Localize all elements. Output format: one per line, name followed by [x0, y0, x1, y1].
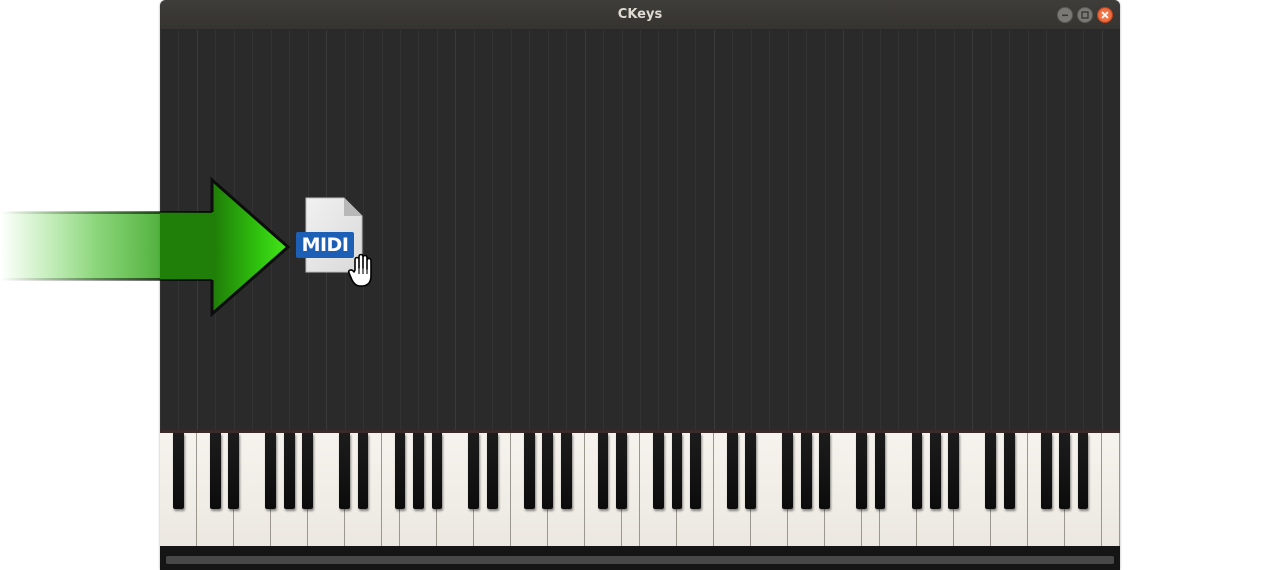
note-lane-line: [954, 30, 955, 430]
note-lane-line: [511, 30, 512, 430]
note-lane-line: [585, 30, 586, 430]
black-key[interactable]: [357, 433, 369, 509]
note-lane-line: [603, 30, 604, 430]
note-lane-line: [935, 30, 936, 430]
note-lane-line: [806, 30, 807, 430]
note-lane-line: [437, 30, 438, 430]
note-lane-line: [695, 30, 696, 430]
piano-keyboard[interactable]: [160, 430, 1120, 546]
black-key[interactable]: [819, 433, 830, 509]
black-key[interactable]: [523, 433, 535, 509]
note-lane-line: [880, 30, 881, 430]
note-lane-line: [529, 30, 530, 430]
black-key[interactable]: [616, 433, 627, 509]
window-title: CKeys: [617, 7, 663, 22]
minimize-button[interactable]: [1057, 7, 1073, 23]
black-key[interactable]: [930, 433, 941, 509]
black-key[interactable]: [431, 433, 443, 509]
note-lane-line: [400, 30, 401, 430]
maximize-button[interactable]: [1077, 7, 1093, 23]
note-lane-line: [474, 30, 475, 430]
note-lane-line: [991, 30, 992, 430]
black-key[interactable]: [911, 433, 923, 509]
note-lane-line: [1065, 30, 1066, 430]
black-key[interactable]: [468, 433, 480, 509]
note-lane-line: [862, 30, 863, 430]
black-key[interactable]: [228, 433, 240, 509]
black-key[interactable]: [671, 433, 683, 509]
note-lane-line: [972, 30, 973, 430]
note-lane-line: [677, 30, 678, 430]
note-lane-line: [566, 30, 567, 430]
black-key[interactable]: [782, 433, 794, 509]
title-bar[interactable]: CKeys: [160, 0, 1120, 30]
maximize-icon: [1081, 11, 1089, 19]
black-key[interactable]: [173, 433, 184, 509]
black-key[interactable]: [210, 433, 221, 509]
black-key[interactable]: [1077, 433, 1089, 509]
black-key[interactable]: [560, 433, 572, 509]
note-lane-line: [1046, 30, 1047, 430]
black-key[interactable]: [856, 433, 867, 509]
black-key[interactable]: [653, 433, 664, 509]
note-lane-line: [843, 30, 844, 430]
note-lane-line: [1102, 30, 1103, 430]
note-lane-line: [769, 30, 770, 430]
arrow-right-icon: [0, 176, 291, 318]
note-lane-line: [382, 30, 383, 430]
bottom-bar: [160, 546, 1120, 570]
desktop: CKeys MIDI: [0, 0, 1280, 570]
horizontal-scrollbar[interactable]: [166, 556, 1114, 564]
note-lane-line: [751, 30, 752, 430]
minimize-icon: [1062, 14, 1068, 17]
close-button[interactable]: [1097, 7, 1113, 23]
note-lane-line: [418, 30, 419, 430]
app-window: CKeys: [160, 0, 1120, 570]
note-lane-line: [1009, 30, 1010, 430]
note-lane-line: [732, 30, 733, 430]
black-key[interactable]: [283, 433, 295, 509]
note-lane-line: [622, 30, 623, 430]
black-key[interactable]: [874, 433, 886, 509]
black-key[interactable]: [726, 433, 738, 509]
note-lane-line: [917, 30, 918, 430]
note-lane-line: [492, 30, 493, 430]
grab-hand-cursor-icon: [347, 253, 372, 287]
note-lane-line: [1083, 30, 1084, 430]
note-lane-line: [714, 30, 715, 430]
close-icon: [1101, 11, 1109, 19]
note-lane-line: [640, 30, 641, 430]
black-key[interactable]: [1040, 433, 1052, 509]
black-key[interactable]: [394, 433, 406, 509]
black-key[interactable]: [985, 433, 997, 509]
note-lane-line: [1028, 30, 1029, 430]
note-lane-line: [548, 30, 549, 430]
white-key[interactable]: [1101, 433, 1120, 546]
black-key[interactable]: [948, 433, 960, 509]
note-lane-line: [788, 30, 789, 430]
black-key[interactable]: [542, 433, 554, 509]
black-key[interactable]: [339, 433, 350, 509]
black-key[interactable]: [745, 433, 757, 509]
black-key[interactable]: [800, 433, 812, 509]
black-key[interactable]: [486, 433, 498, 509]
note-lane-line: [825, 30, 826, 430]
black-key[interactable]: [265, 433, 277, 509]
black-key[interactable]: [597, 433, 609, 509]
note-lane-line: [658, 30, 659, 430]
black-key[interactable]: [302, 433, 314, 509]
black-key[interactable]: [1059, 433, 1070, 509]
black-key[interactable]: [690, 433, 701, 509]
note-lane-line: [455, 30, 456, 430]
note-lane-line: [898, 30, 899, 430]
black-key[interactable]: [1003, 433, 1015, 509]
black-key[interactable]: [413, 433, 424, 509]
